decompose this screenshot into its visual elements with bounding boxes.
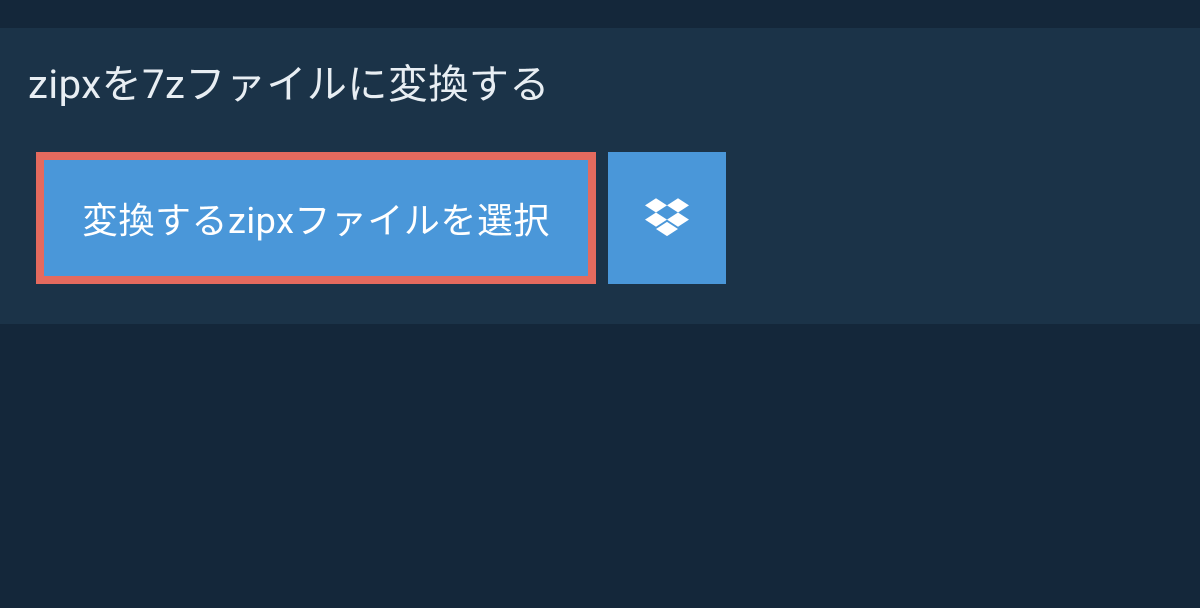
page-title: zipxを7zファイルに変換する — [28, 52, 550, 110]
select-file-button[interactable]: 変換するzipxファイルを選択 — [36, 152, 596, 284]
dropbox-icon — [645, 198, 689, 238]
converter-panel: zipxを7zファイルに変換する 変換するzipxファイルを選択 — [0, 28, 1200, 324]
dropbox-button[interactable] — [608, 152, 726, 284]
select-file-label: 変換するzipxファイルを選択 — [82, 192, 550, 244]
title-bar: zipxを7zファイルに変換する — [0, 28, 578, 132]
action-row: 変換するzipxファイルを選択 — [0, 132, 1200, 284]
